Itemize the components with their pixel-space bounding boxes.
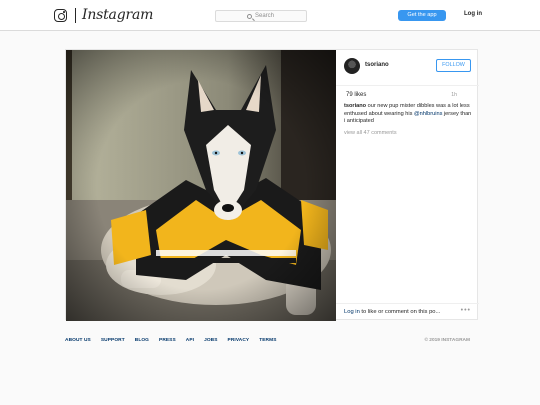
- likes-count[interactable]: 79 likes: [346, 92, 366, 98]
- footer-link-jobs[interactable]: JOBS: [204, 338, 217, 343]
- search-icon: [247, 13, 252, 19]
- footer-link-about[interactable]: ABOUT US: [65, 338, 91, 343]
- footer-links: ABOUT US SUPPORT BLOG PRESS API JOBS PRI…: [65, 338, 277, 343]
- logo-divider: [75, 8, 76, 23]
- caption-mention[interactable]: @nhlbruins: [414, 111, 442, 117]
- avatar[interactable]: [344, 58, 360, 74]
- follow-button[interactable]: FOLLOW: [436, 59, 471, 72]
- post-card: tsoriano FOLLOW 79 likes 1h tsoriano our…: [65, 49, 479, 321]
- view-all-comments-link[interactable]: view all 47 comments: [344, 130, 397, 136]
- footer-link-terms[interactable]: TERMS: [259, 338, 276, 343]
- post-sidebar: tsoriano FOLLOW 79 likes 1h tsoriano our…: [336, 50, 479, 321]
- footer-link-privacy[interactable]: PRIVACY: [228, 338, 250, 343]
- comment-prompt-text: to like or comment on this po...: [359, 309, 441, 315]
- get-the-app-button[interactable]: Get the app: [398, 10, 446, 21]
- search-input[interactable]: Search: [215, 10, 307, 22]
- comment-login-link: Log in to like or comment on this po...: [344, 309, 440, 315]
- instagram-wordmark[interactable]: Instagram: [82, 7, 153, 23]
- footer-link-press[interactable]: PRESS: [159, 338, 176, 343]
- footer-link-support[interactable]: SUPPORT: [101, 338, 125, 343]
- footer-link-api[interactable]: API: [186, 338, 194, 343]
- login-link[interactable]: Log in: [464, 11, 482, 17]
- comment-bar: Log in to like or comment on this po... …: [336, 303, 479, 321]
- search-placeholder: Search: [255, 13, 275, 19]
- husky-in-jersey-photo: [66, 50, 336, 321]
- footer-link-blog[interactable]: BLOG: [135, 338, 149, 343]
- caption-author[interactable]: tsoriano: [344, 103, 366, 109]
- instagram-camera-icon[interactable]: [54, 9, 67, 22]
- post-username[interactable]: tsoriano: [365, 62, 389, 68]
- top-nav: Instagram Search Get the app Log in: [0, 0, 540, 31]
- post-caption: tsoriano our new pup mister dibbles was …: [344, 103, 472, 126]
- post-time: 1h: [451, 92, 457, 98]
- post-photo[interactable]: [66, 50, 336, 321]
- footer: ABOUT US SUPPORT BLOG PRESS API JOBS PRI…: [65, 338, 470, 348]
- copyright: © 2019 INSTAGRAM: [424, 338, 470, 343]
- more-options-icon[interactable]: •••: [461, 307, 471, 314]
- login-to-comment-link[interactable]: Log in: [344, 309, 360, 315]
- post-header: tsoriano FOLLOW: [336, 50, 479, 86]
